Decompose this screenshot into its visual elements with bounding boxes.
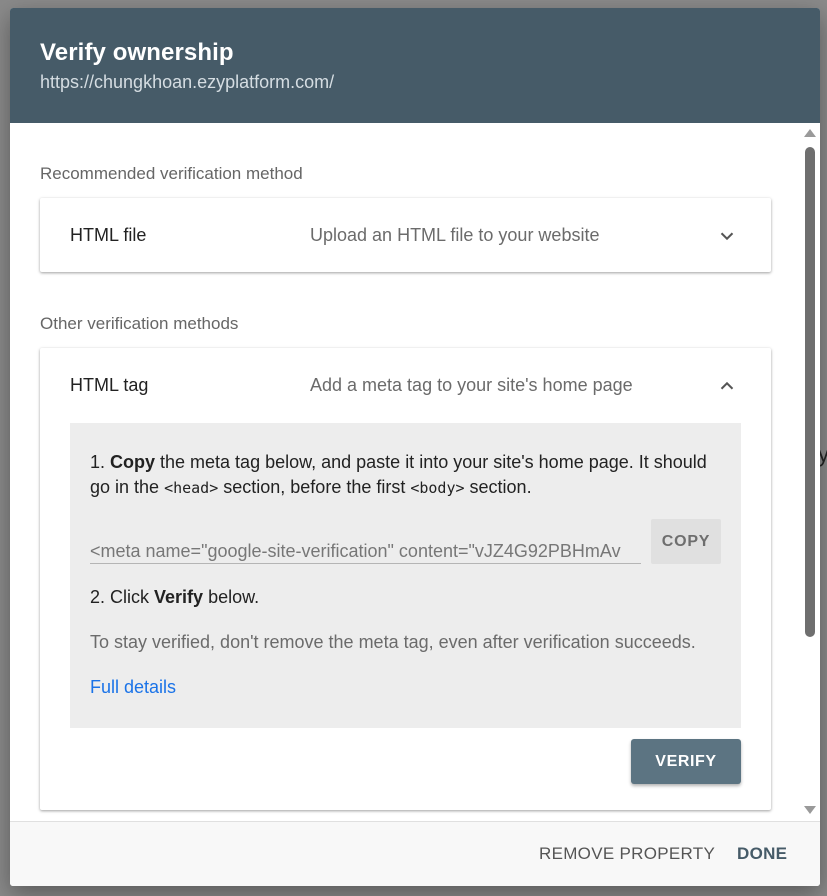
step-2-bold: Verify [154,587,204,607]
dialog-content: Recommended verification method HTML fil… [10,123,800,821]
stay-verified-note: To stay verified, don't remove the meta … [90,632,696,652]
step-1-text-b: section, before the first [218,477,411,497]
scrollbar[interactable] [800,123,820,821]
html-tag-card: HTML tag Add a meta tag to your site's h… [40,348,771,810]
meta-tag-field[interactable] [90,539,641,564]
html-tag-card-header[interactable]: HTML tag Add a meta tag to your site's h… [40,348,771,423]
html-tag-instructions: 1. Copy the meta tag below, and paste it… [70,423,741,728]
step-1-bold: Copy [110,452,156,472]
remove-property-button[interactable]: REMOVE PROPERTY [539,844,715,864]
dialog-header: Verify ownership https://chungkhoan.ezyp… [10,8,820,123]
step-1-text-c: section. [464,477,532,497]
step-2-text: 2. Click Verify below. [90,587,259,608]
step-1-prefix: 1. [90,452,111,472]
step-1-text: 1. Copy the meta tag below, and paste it… [90,450,720,501]
scroll-down-arrow-icon[interactable] [804,806,816,814]
dialog-title: Verify ownership [40,39,234,66]
step-2-prefix: 2. Click [90,587,155,607]
dialog-footer: REMOVE PROPERTY DONE [10,821,820,886]
code-body: <body> [410,479,465,497]
scroll-up-arrow-icon[interactable] [804,129,816,137]
done-button[interactable]: DONE [737,844,787,864]
copy-button[interactable]: COPY [651,519,721,564]
code-head: <head> [164,479,219,497]
scrollbar-thumb[interactable] [805,147,815,637]
recommended-section-label: Recommended verification method [40,164,303,183]
verify-button[interactable]: VERIFY [631,739,741,784]
chevron-up-icon[interactable] [716,375,738,397]
html-file-card-header[interactable]: HTML file Upload an HTML file to your we… [40,198,771,273]
html-file-description: Upload an HTML file to your website [310,225,600,245]
step-2-suffix: below. [203,587,260,607]
property-url: https://chungkhoan.ezyplatform.com/ [40,72,335,92]
html-file-title: HTML file [70,225,147,245]
verify-ownership-dialog: Verify ownership https://chungkhoan.ezyp… [10,8,820,886]
html-tag-title: HTML tag [70,375,149,395]
chevron-down-icon[interactable] [716,225,738,247]
full-details-link[interactable]: Full details [90,677,176,698]
html-file-card: HTML file Upload an HTML file to your we… [40,198,771,272]
other-section-label: Other verification methods [40,314,239,333]
html-tag-description: Add a meta tag to your site's home page [310,375,633,395]
